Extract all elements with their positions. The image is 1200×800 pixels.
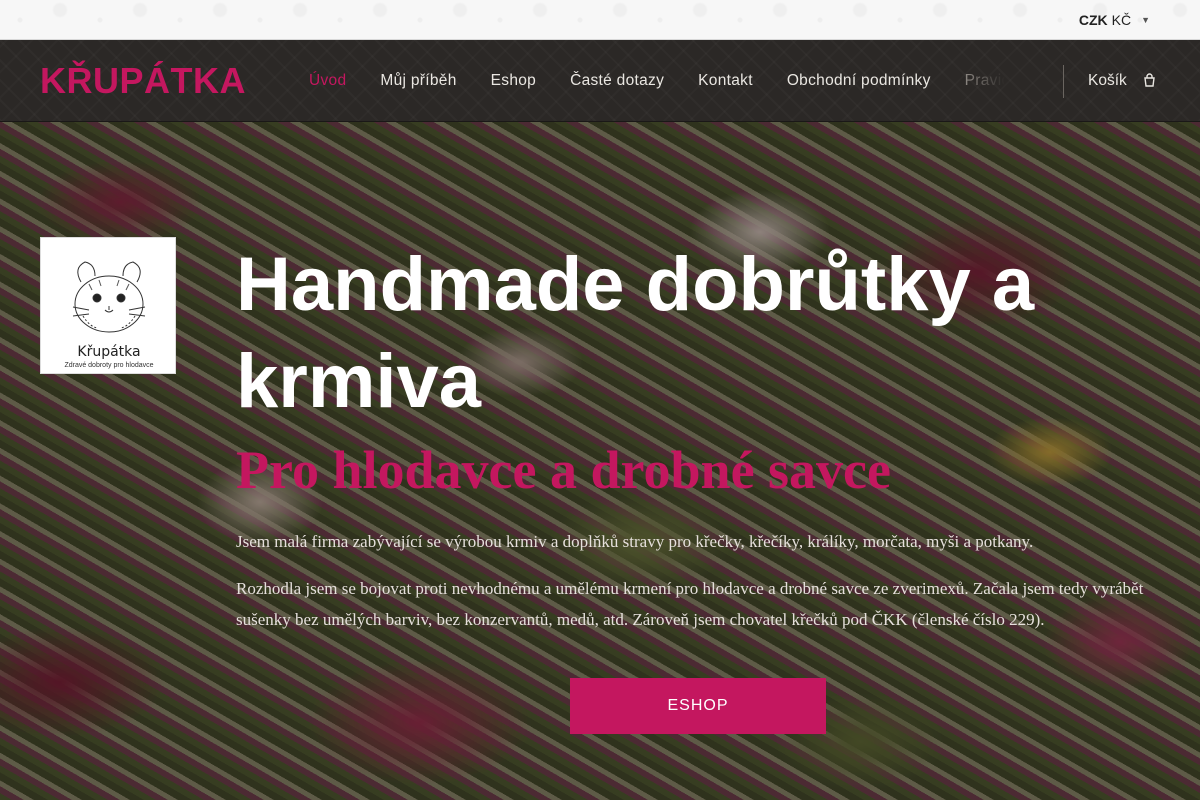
badge-subtitle: Zdravé dobroty pro hlodavce	[64, 362, 154, 369]
currency-selector[interactable]: CZK KČ ▼	[1079, 12, 1150, 28]
hero-subtitle: Pro hlodavce a drobné savce	[236, 440, 891, 500]
brand-badge: Křupátka Zdravé dobroty pro hlodavce	[40, 237, 176, 374]
nav-item-uvod[interactable]: Úvod	[292, 40, 363, 122]
cart-label: Košík	[1088, 72, 1127, 89]
nav-item-muj-pribeh[interactable]: Můj příběh	[363, 40, 473, 122]
cart-icon	[1141, 73, 1157, 89]
hero-title: Handmade dobrůtky a krmiva	[236, 242, 1035, 424]
hero-banner: Křupátka Zdravé dobroty pro hlodavce Han…	[0, 122, 1200, 800]
nav-item-eshop[interactable]: Eshop	[474, 40, 553, 122]
site-logo[interactable]: KŘUPÁTKA	[40, 60, 246, 102]
currency-label: KČ	[1111, 12, 1132, 28]
chevron-down-icon: ▼	[1141, 15, 1150, 25]
hero-paragraph-1: Jsem malá firma zabývající se výrobou kr…	[236, 532, 1034, 551]
hamster-illustration	[72, 261, 146, 333]
nav-item-kontakt[interactable]: Kontakt	[681, 40, 770, 122]
currency-code: CZK	[1078, 12, 1108, 28]
nav-item-caste-dotazy[interactable]: Časté dotazy	[553, 40, 681, 122]
cart-button[interactable]: Košík	[1088, 40, 1157, 122]
nav-divider	[1063, 65, 1064, 98]
badge-name: Křupátka	[77, 344, 141, 360]
main-nav: Úvod Můj příběh Eshop Časté dotazy Konta…	[292, 40, 1008, 122]
nav-item-pravidla[interactable]: Pravid	[948, 40, 1008, 122]
eshop-button[interactable]: ESHOP	[570, 678, 826, 734]
site-header: KŘUPÁTKA Úvod Můj příběh Eshop Časté dot…	[0, 40, 1200, 122]
nav-item-obchodni-podminky[interactable]: Obchodní podmínky	[770, 40, 948, 122]
hero-paragraph-2: Rozhodla jsem se bojovat proti nevhodném…	[236, 579, 1144, 629]
top-bar: CZK KČ ▼	[0, 0, 1200, 40]
